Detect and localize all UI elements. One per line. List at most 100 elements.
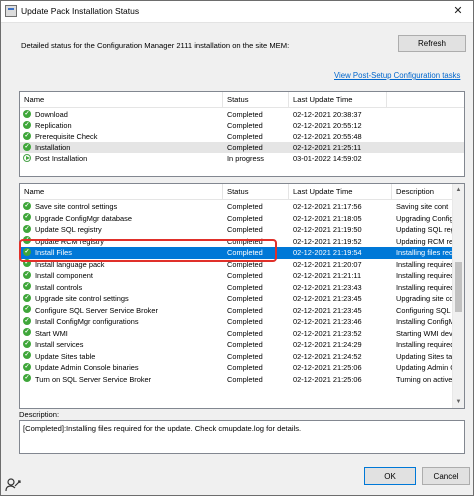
- cell-name: Update Sites table: [35, 351, 96, 361]
- table-row[interactable]: ✓ Prerequisite Check Completed 02-12-2021 2…: [20, 131, 464, 142]
- table-row[interactable]: ✓ Update Sites table Completed 02-12-2021 2…: [20, 351, 464, 363]
- cell-description: Updating Sites tab: [396, 351, 453, 361]
- column-header-status[interactable]: Status: [223, 184, 289, 200]
- cell-status: Completed: [227, 351, 263, 361]
- table-row[interactable]: ✓ Replication Completed 02-12-2021 20:55:12: [20, 120, 464, 131]
- cell-name: Install ConfigMgr configurations: [35, 317, 139, 326]
- check-icon: ✓: [23, 109, 31, 118]
- cell-name: Start WMI: [35, 328, 68, 338]
- cell-description: Upgrading site co: [396, 294, 453, 303]
- check-icon: ✓: [23, 374, 31, 382]
- detail-list-scrollbar[interactable]: ▲ ▼: [452, 184, 464, 408]
- refresh-button[interactable]: Refresh: [398, 35, 466, 52]
- cell-name: Install controls: [35, 282, 83, 292]
- table-row[interactable]: ✓ Upgrade site control settings Completed 0…: [20, 293, 464, 305]
- check-icon: ✓: [23, 316, 31, 325]
- table-row[interactable]: ✓ Upgrade ConfigMgr database Completed 02-1…: [20, 213, 464, 225]
- cell-status: Completed: [227, 374, 263, 384]
- check-icon: ✓: [23, 305, 31, 313]
- scroll-thumb[interactable]: [455, 262, 462, 312]
- cell-name: Install component: [35, 271, 93, 280]
- cell-last-update-time: 02-12-2021 21:24:52: [293, 351, 362, 361]
- sort-arrow-icon: ^: [120, 183, 123, 188]
- cancel-button[interactable]: Cancel: [422, 467, 470, 485]
- cell-last-update-time: 02-12-2021 21:25:11: [293, 143, 362, 152]
- table-row[interactable]: ✓ Update Admin Console binaries Completed 0…: [20, 362, 464, 374]
- column-header-last-update-time[interactable]: Last Update Time: [289, 184, 392, 200]
- cell-status: Completed: [227, 294, 263, 303]
- ok-button[interactable]: OK: [364, 467, 416, 485]
- table-row[interactable]: ✓ Update SQL registry Completed 02-12-2021 …: [20, 224, 464, 236]
- check-icon: ✓: [23, 120, 31, 129]
- detail-list[interactable]: Name ^ Status Last Update Time Descripti…: [19, 183, 465, 409]
- table-row[interactable]: ✓ Install ConfigMgr configurations Complet…: [20, 316, 464, 328]
- cell-description: Updating Admin C: [396, 363, 453, 372]
- cell-name: Update SQL registry: [35, 225, 102, 234]
- cell-last-update-time: 02-12-2021 21:23:45: [293, 294, 362, 303]
- cell-last-update-time: 02-12-2021 21:18:05: [293, 213, 362, 223]
- column-header-last-update-time[interactable]: Last Update Time: [289, 92, 387, 108]
- detail-status-text: Detailed status for the Configuration Ma…: [21, 41, 290, 50]
- check-icon: ✓: [23, 282, 31, 290]
- cell-last-update-time: 02-12-2021 20:38:37: [293, 110, 362, 119]
- cell-last-update-time: 02-12-2021 21:23:45: [293, 305, 362, 315]
- cell-status: Completed: [227, 363, 263, 372]
- cell-last-update-time: 02-12-2021 21:21:11: [293, 271, 362, 280]
- app-icon: [5, 5, 17, 17]
- cell-name: Turn on SQL Server Service Broker: [35, 374, 152, 384]
- cell-description: Configuring SQL: [396, 305, 451, 315]
- description-label: Description:: [19, 410, 60, 419]
- post-setup-tasks-link[interactable]: View Post-Setup Configuration tasks: [334, 71, 460, 80]
- cell-last-update-time: 02-12-2021 21:19:52: [293, 236, 362, 246]
- stage-list[interactable]: Name ^ Status Last Update Time ✓ Download…: [19, 91, 465, 177]
- table-row[interactable]: ✓ Download Completed 02-12-2021 20:38:37: [20, 109, 464, 120]
- cell-last-update-time: 02-12-2021 21:19:50: [293, 225, 362, 234]
- table-row[interactable]: ✓ Turn on SQL Server Service Broker Comple…: [20, 374, 464, 386]
- stage-list-header: Name ^ Status Last Update Time: [20, 92, 464, 108]
- sort-arrow-icon: ^: [120, 91, 123, 96]
- cell-last-update-time: 02-12-2021 21:23:46: [293, 317, 362, 326]
- check-icon: ✓: [23, 351, 31, 359]
- window-title: Update Pack Installation Status: [21, 6, 140, 16]
- cell-description: Turning on active: [396, 374, 453, 384]
- cell-name: Replication: [35, 121, 72, 130]
- cell-status: Completed: [227, 225, 263, 234]
- table-row[interactable]: ✓ Install services Completed 02-12-2021 21:…: [20, 339, 464, 351]
- table-row[interactable]: ✓ Install controls Completed 02-12-2021 21:…: [20, 282, 464, 294]
- column-header-status[interactable]: Status: [223, 92, 289, 108]
- in-progress-icon: [23, 153, 31, 162]
- check-icon: ✓: [23, 328, 31, 336]
- cell-name: Post Installation: [35, 154, 88, 163]
- title-bar[interactable]: Update Pack Installation Status ✕: [1, 1, 473, 23]
- cell-status: Completed: [227, 143, 263, 152]
- table-row[interactable]: ✓ Configure SQL Server Service Broker Comp…: [20, 305, 464, 317]
- cell-status: Completed: [227, 121, 263, 130]
- table-row[interactable]: Post Installation In progress 03-01-2022 1…: [20, 153, 464, 164]
- check-icon: ✓: [23, 339, 31, 348]
- cell-description: Installing ConfigM: [396, 317, 453, 326]
- user-feedback-icon[interactable]: [5, 477, 21, 493]
- close-button[interactable]: ✕: [443, 1, 473, 22]
- cell-last-update-time: 02-12-2021 21:25:06: [293, 363, 362, 372]
- cell-description: Installing required: [396, 271, 453, 280]
- cell-description: Updating SQL reg: [396, 225, 453, 234]
- table-row[interactable]: ✓ Installation Completed 02-12-2021 21:25:1…: [20, 142, 464, 153]
- check-icon: ✓: [23, 142, 31, 151]
- table-row[interactable]: ✓ Save site control settings Completed 02-1…: [20, 201, 464, 213]
- cell-name: Configure SQL Server Service Broker: [35, 305, 158, 315]
- cell-status: Completed: [227, 328, 263, 338]
- cell-name: Save site control settings: [35, 202, 118, 211]
- cell-name: Upgrade ConfigMgr database: [35, 213, 132, 223]
- table-row[interactable]: ✓ Install component Completed 02-12-2021 21…: [20, 270, 464, 282]
- cell-status: Completed: [227, 213, 263, 223]
- cell-last-update-time: 02-12-2021 20:55:12: [293, 121, 362, 130]
- scroll-up-icon[interactable]: ▲: [453, 184, 464, 196]
- cell-status: Completed: [227, 282, 263, 292]
- cell-last-update-time: 02-12-2021 21:17:56: [293, 202, 362, 211]
- detail-list-header: Name ^ Status Last Update Time Descripti…: [20, 184, 464, 200]
- cell-last-update-time: 02-12-2021 21:19:54: [293, 248, 362, 257]
- cell-name: Installation: [35, 143, 71, 152]
- table-row[interactable]: ✓ Start WMI Completed 02-12-2021 21:23:52 St…: [20, 328, 464, 340]
- check-icon: ✓: [23, 270, 31, 279]
- scroll-down-icon[interactable]: ▼: [453, 396, 464, 408]
